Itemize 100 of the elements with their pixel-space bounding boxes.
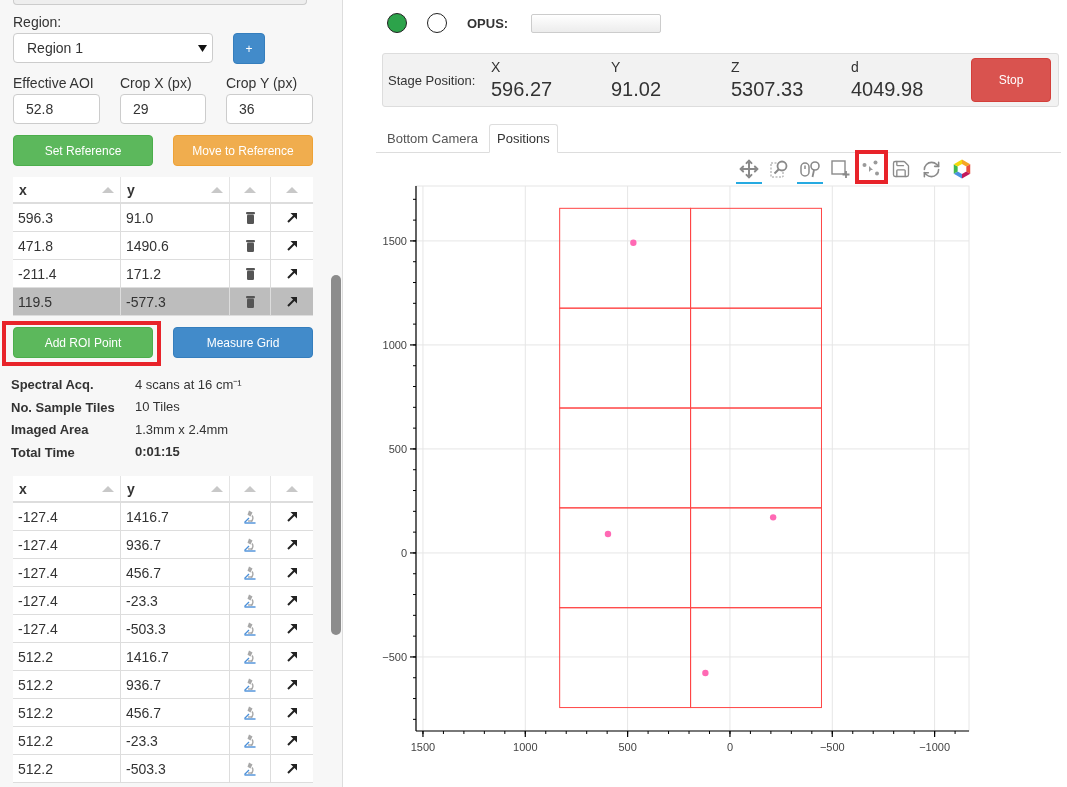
stage-label: Stage Position: — [388, 73, 476, 88]
add-region-button[interactable]: + — [233, 33, 265, 64]
axis-value: 5307.33 — [731, 77, 804, 101]
axis-label: Z — [731, 59, 740, 76]
summary-value: 4 scans at 16 cm⁻¹ — [135, 376, 242, 392]
table-cell: 456.7 — [126, 704, 162, 721]
microscope-icon[interactable] — [244, 537, 256, 552]
microscope-icon[interactable] — [244, 565, 256, 580]
trash-icon[interactable] — [245, 267, 255, 280]
diagonal-arrow-icon[interactable] — [286, 623, 298, 634]
diagonal-arrow-icon[interactable] — [286, 212, 298, 223]
logo-icon[interactable] — [951, 159, 972, 179]
microscope-icon[interactable] — [244, 621, 256, 636]
measure-grid-button[interactable]: Measure Grid — [173, 327, 313, 358]
tick-label: 0 — [400, 546, 407, 559]
toolbar-button[interactable] — [854, 150, 888, 184]
tick-label: 1500 — [382, 234, 407, 247]
microscope-icon[interactable] — [244, 761, 256, 776]
opus-label: OPUS: — [467, 15, 509, 31]
table-row[interactable]: 471.8 1490.6 — [13, 232, 313, 260]
scrollbar-thumb[interactable] — [331, 275, 341, 635]
caret-icon[interactable] — [198, 44, 207, 52]
table-cell: 1416.7 — [126, 648, 169, 665]
diagonal-arrow-icon[interactable] — [286, 296, 298, 307]
table-cell: 471.8 — [18, 237, 54, 254]
diagonal-arrow-icon[interactable] — [286, 511, 298, 522]
refresh-icon[interactable] — [921, 159, 941, 179]
table-cell: 512.2 — [18, 676, 54, 693]
diagonal-arrow-icon[interactable] — [286, 679, 298, 690]
tab[interactable]: Positions — [489, 124, 558, 153]
table-cell: -127.4 — [18, 592, 58, 609]
microscope-icon[interactable] — [244, 649, 256, 664]
table-cell: 119.5 — [18, 293, 52, 310]
dots-cursor-icon[interactable] — [862, 160, 881, 176]
table-cell: 596.3 — [18, 209, 54, 226]
diagonal-arrow-icon[interactable] — [286, 567, 298, 578]
trash-icon[interactable] — [245, 239, 255, 252]
tick-label: 1500 — [410, 741, 436, 753]
column-header[interactable]: x — [19, 480, 27, 497]
four-way-arrow-icon[interactable] — [739, 159, 759, 179]
table-cell: 512.2 — [18, 648, 54, 665]
input-field[interactable]: 52.8 — [13, 94, 100, 124]
microscope-icon[interactable] — [244, 593, 256, 608]
diagonal-arrow-icon[interactable] — [286, 539, 298, 550]
table-row[interactable]: 512.2 456.7 — [13, 699, 313, 727]
input-field[interactable] — [531, 13, 662, 33]
diagonal-arrow-icon[interactable] — [286, 707, 298, 718]
mouse-magnifier-icon[interactable] — [799, 160, 820, 178]
diagonal-arrow-icon[interactable] — [286, 240, 298, 251]
tick-label: 1000 — [382, 338, 407, 351]
trash-icon[interactable] — [245, 295, 255, 308]
table-cell: 456.7 — [126, 564, 162, 581]
table-row[interactable]: 512.2 936.7 — [13, 671, 313, 699]
table-cell: 171.2 — [126, 265, 162, 282]
table-cell: 91.0 — [126, 209, 154, 226]
square-plus-icon[interactable] — [830, 159, 850, 179]
summary-value: 0:01:15 — [135, 444, 180, 460]
column-header[interactable]: y — [127, 480, 135, 497]
diagonal-arrow-icon[interactable] — [286, 595, 298, 606]
tab[interactable]: Bottom Camera — [376, 124, 490, 153]
microscope-icon[interactable] — [244, 509, 256, 524]
table-row[interactable]: -127.4 -503.3 — [13, 615, 313, 643]
field-label: Crop X (px) — [120, 75, 192, 92]
column-header[interactable]: x — [19, 181, 27, 198]
table-row[interactable]: -127.4 1416.7 — [13, 503, 313, 531]
stop-button[interactable]: Stop — [971, 58, 1051, 102]
table-row[interactable]: 119.5 -577.3 — [13, 288, 313, 316]
table-row[interactable]: 512.2 -23.3 — [13, 727, 313, 755]
microscope-icon[interactable] — [244, 705, 256, 720]
summary-label: Total Time — [11, 444, 75, 460]
diagonal-arrow-icon[interactable] — [286, 763, 298, 774]
column-header[interactable]: y — [127, 181, 135, 198]
table-row[interactable]: 596.3 91.0 — [13, 204, 313, 232]
table-row[interactable]: -211.4 171.2 — [13, 260, 313, 288]
table-cell: -503.3 — [126, 760, 166, 777]
region-select[interactable]: Region 1 — [13, 33, 213, 63]
table-cell: -127.4 — [18, 620, 58, 637]
summary-value: 10 Tiles — [135, 399, 180, 415]
summary-label: Imaged Area — [11, 422, 89, 438]
diagonal-arrow-icon[interactable] — [286, 735, 298, 746]
table-cell: 936.7 — [126, 536, 162, 553]
microscope-icon[interactable] — [244, 677, 256, 692]
trash-icon[interactable] — [245, 211, 255, 224]
table-row[interactable]: -127.4 936.7 — [13, 531, 313, 559]
field-label: Effective AOI — [13, 75, 94, 92]
input-field[interactable]: 36 — [226, 94, 313, 124]
microscope-icon[interactable] — [244, 733, 256, 748]
tick-label: −500 — [819, 741, 845, 753]
summary-label: No. Sample Tiles — [11, 399, 115, 415]
diagonal-arrow-icon[interactable] — [286, 651, 298, 662]
table-row[interactable]: -127.4 456.7 — [13, 559, 313, 587]
input-field[interactable]: 29 — [120, 94, 206, 124]
table-row[interactable]: -127.4 -23.3 — [13, 587, 313, 615]
axis-value: 91.02 — [611, 77, 662, 101]
dashed-box-magnifier-icon[interactable] — [770, 160, 789, 178]
diagonal-arrow-icon[interactable] — [286, 268, 298, 279]
table-cell: -127.4 — [18, 536, 58, 553]
table-row[interactable]: 512.2 -503.3 — [13, 755, 313, 783]
table-cell: 512.2 — [18, 732, 54, 749]
table-row[interactable]: 512.2 1416.7 — [13, 643, 313, 671]
